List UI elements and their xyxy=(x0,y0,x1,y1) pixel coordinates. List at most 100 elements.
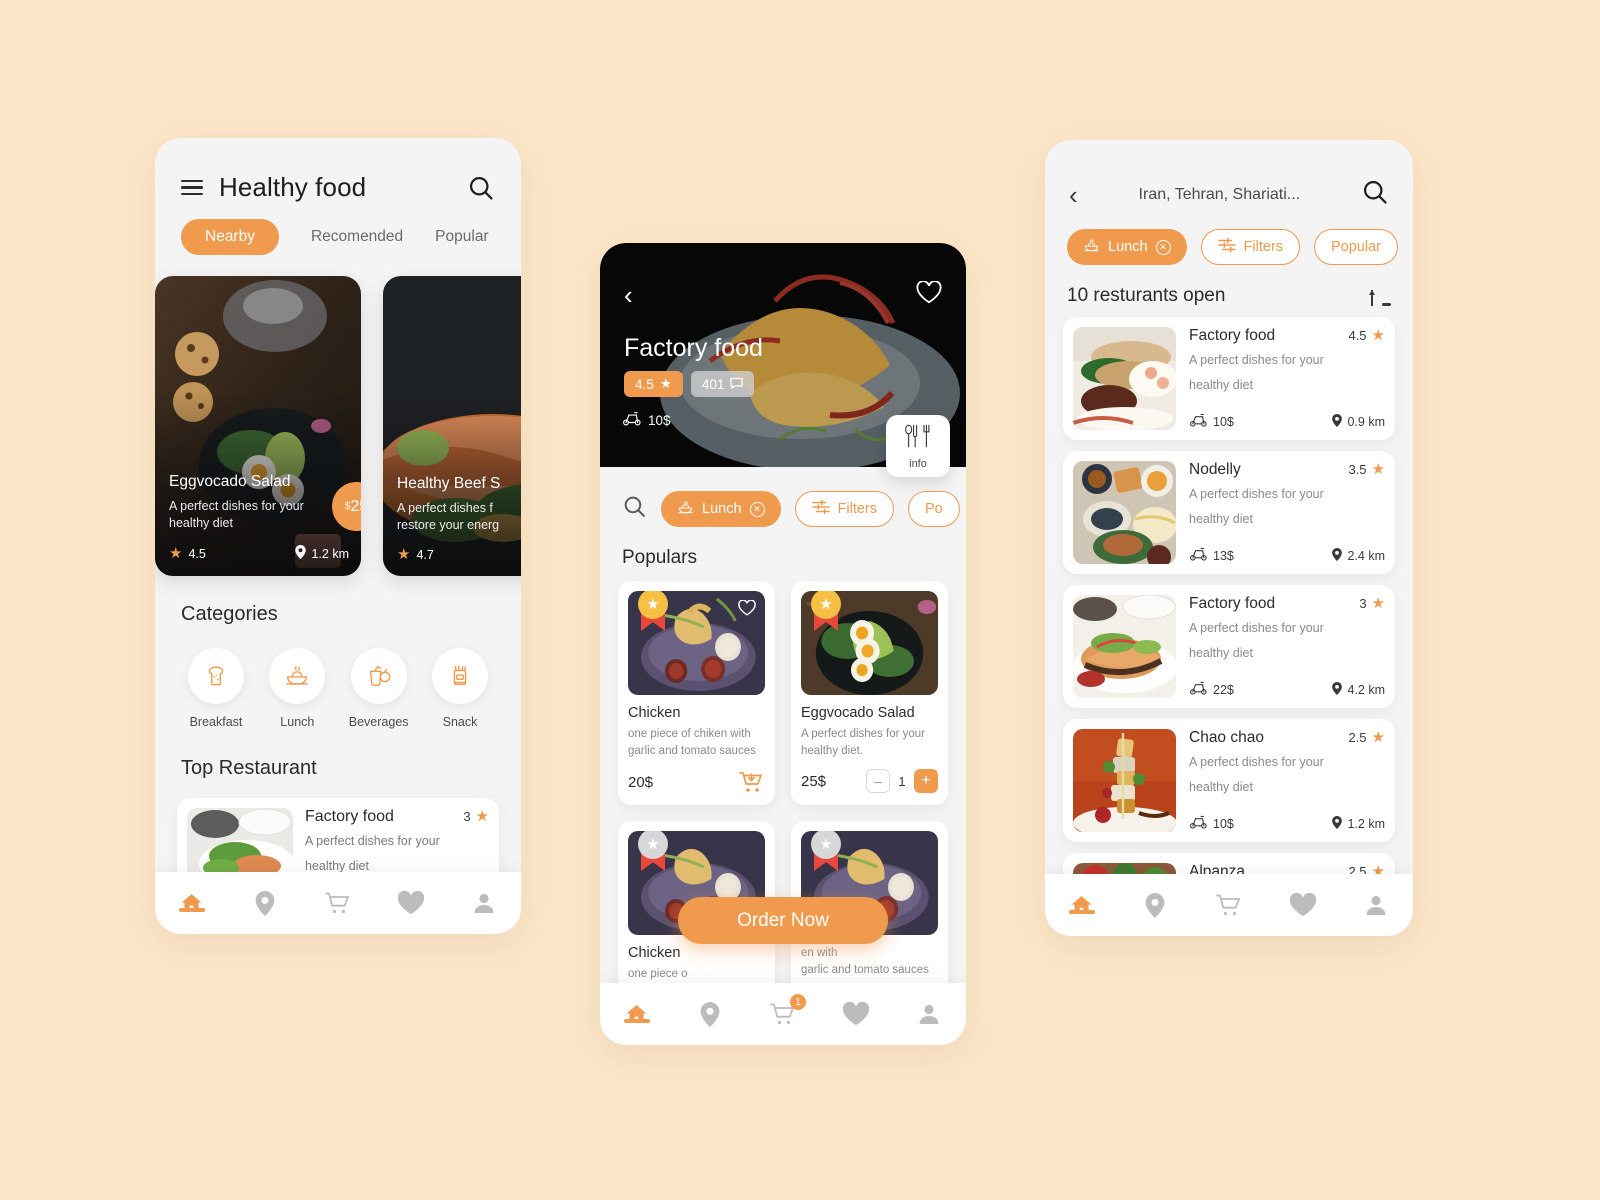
nav-cart[interactable]: 1 xyxy=(769,994,806,1028)
back-button[interactable]: ‹ xyxy=(624,282,633,308)
delivery-price: 10$ xyxy=(1189,815,1234,832)
active-indicator xyxy=(623,1019,650,1023)
restaurant-thumbnail xyxy=(1073,461,1176,564)
restaurant-header-row: Nodelly 3.5 ★ xyxy=(1189,461,1385,479)
nav-profile[interactable] xyxy=(1362,891,1390,919)
star-icon: ★ xyxy=(659,376,672,391)
order-now-button[interactable]: Order Now xyxy=(678,897,888,944)
restaurant-list-item[interactable]: Nodelly 3.5 ★ A perfect dishes for your … xyxy=(1063,451,1395,574)
restaurant-thumbnail xyxy=(187,808,293,882)
search-icon[interactable] xyxy=(622,494,647,524)
delivery-value: 13$ xyxy=(1213,548,1234,563)
scooter-icon xyxy=(1189,547,1208,564)
restaurant-list-item[interactable]: Chao chao 2.5 ★ A perfect dishes for you… xyxy=(1063,719,1395,842)
food-card[interactable]: Healthy Beef S A perfect dishes f restor… xyxy=(383,276,521,576)
rating: ★ 4.5 xyxy=(169,546,206,561)
stepper-increment-button[interactable]: + xyxy=(914,769,938,794)
popular-item-card[interactable]: ★ Eggvocado Salad A perfect dishes for y… xyxy=(791,581,948,806)
restaurant-list-item[interactable]: Factory food 4.5 ★ A perfect dishes for … xyxy=(1063,317,1395,440)
stepper-decrement-button[interactable]: – xyxy=(866,769,890,794)
restaurant-name: Factory food xyxy=(1189,595,1276,612)
distance: 2.4 km xyxy=(1332,547,1385,564)
delivery-price: 13$ xyxy=(1189,547,1234,564)
categories-list: Breakfast Lunch Beverages Snack xyxy=(155,626,521,729)
active-indicator xyxy=(178,908,205,912)
nav-home[interactable] xyxy=(623,1000,651,1028)
medal-ribbon-icon: ★ xyxy=(811,831,841,872)
shopping-cart-icon xyxy=(1216,894,1241,915)
food-title: Eggvocado Salad xyxy=(169,472,291,490)
category-lunch[interactable]: Lunch xyxy=(260,648,334,729)
chip-lunch[interactable]: Lunch ✕ xyxy=(661,491,781,527)
favorite-button[interactable] xyxy=(916,280,942,309)
restaurant-desc-line1: A perfect dishes for your xyxy=(1189,755,1324,769)
category-beverages[interactable]: Beverages xyxy=(342,648,416,729)
tab-recomended[interactable]: Recomended xyxy=(311,219,403,255)
close-circle-icon[interactable]: ✕ xyxy=(1155,239,1171,255)
distance: 1.2 km xyxy=(295,545,349,562)
rating-value: 3.5 xyxy=(1348,462,1367,477)
rice-bowl-icon xyxy=(1083,237,1100,258)
category-breakfast[interactable]: Breakfast xyxy=(179,648,253,729)
restaurant-list-item[interactable]: Factory food 3 ★ A perfect dishes for yo… xyxy=(1063,585,1395,708)
bottom-navigation xyxy=(1045,874,1413,936)
hamburger-icon[interactable] xyxy=(181,179,203,196)
nav-favorites[interactable] xyxy=(842,1000,870,1028)
nav-location[interactable] xyxy=(1141,891,1169,919)
medal-ribbon-icon: ★ xyxy=(638,831,668,872)
rating-value: 3 xyxy=(1359,596,1367,611)
sort-icon[interactable] xyxy=(1368,290,1391,307)
phone-restaurant-detail-screen: ‹ Factory food 4.5 ★ 401 10$ info Lunch … xyxy=(600,243,966,1045)
search-icon[interactable] xyxy=(1361,178,1389,211)
nav-location[interactable] xyxy=(251,889,279,917)
close-circle-icon[interactable]: ✕ xyxy=(749,501,765,517)
info-card-label: info xyxy=(909,457,927,470)
heart-icon xyxy=(1289,893,1316,916)
chip-label: Popular xyxy=(1331,239,1381,255)
rating: 3.5 ★ xyxy=(1348,462,1385,477)
quantity-stepper: – 1 + xyxy=(866,769,938,794)
info-card[interactable]: info xyxy=(886,415,950,477)
location-pin-icon xyxy=(295,545,307,562)
nav-profile[interactable] xyxy=(470,889,498,917)
restaurant-name: Factory food xyxy=(305,808,394,825)
star-icon: ★ xyxy=(475,808,489,825)
nav-home[interactable] xyxy=(178,889,206,917)
rice-bowl-icon xyxy=(269,648,326,704)
item-desc-line1: one piece of chiken with xyxy=(628,728,751,740)
restaurant-name: Chao chao xyxy=(1189,729,1264,746)
juice-glass-icon xyxy=(350,648,407,704)
favorite-button[interactable] xyxy=(738,599,756,621)
nav-profile[interactable] xyxy=(915,1000,943,1028)
popular-item-card[interactable]: ★ Chicken one piece of chiken with garli… xyxy=(618,581,775,806)
rating-value: 4.5 xyxy=(635,376,654,392)
active-indicator xyxy=(1068,910,1095,914)
nav-favorites[interactable] xyxy=(397,889,425,917)
location-pin-icon xyxy=(255,890,275,916)
home-tabs: Nearby Recomended Popular xyxy=(155,203,521,255)
food-carousel[interactable]: $25 Eggvocado Salad A perfect dishes for… xyxy=(155,255,521,576)
chip-lunch[interactable]: Lunch ✕ xyxy=(1067,229,1187,265)
tab-popular[interactable]: Popular xyxy=(435,219,488,255)
search-icon[interactable] xyxy=(467,174,495,202)
nav-favorites[interactable] xyxy=(1289,891,1317,919)
restaurant-info: Nodelly 3.5 ★ A perfect dishes for your … xyxy=(1189,461,1385,564)
delivery-value: 10$ xyxy=(1213,816,1234,831)
add-to-cart-button[interactable] xyxy=(737,769,765,795)
nav-cart[interactable] xyxy=(1215,891,1243,919)
chip-popular[interactable]: Popular xyxy=(1314,229,1398,265)
rating: 4.5 ★ xyxy=(1348,328,1385,343)
star-icon: ★ xyxy=(1371,595,1385,612)
chip-filters[interactable]: Filters xyxy=(794,491,894,527)
nav-location[interactable] xyxy=(696,1000,724,1028)
food-card[interactable]: $25 Eggvocado Salad A perfect dishes for… xyxy=(155,276,361,576)
chip-popular[interactable]: Po xyxy=(908,491,960,527)
nav-cart[interactable] xyxy=(324,889,352,917)
tab-nearby[interactable]: Nearby xyxy=(181,219,279,255)
reviews-badge[interactable]: 401 xyxy=(690,371,755,397)
category-snack[interactable]: Snack xyxy=(423,648,497,729)
back-button[interactable]: ‹ xyxy=(1069,182,1078,208)
nav-home[interactable] xyxy=(1068,891,1096,919)
distance-value: 1.2 km xyxy=(311,546,349,561)
chip-filters[interactable]: Filters xyxy=(1200,229,1300,265)
